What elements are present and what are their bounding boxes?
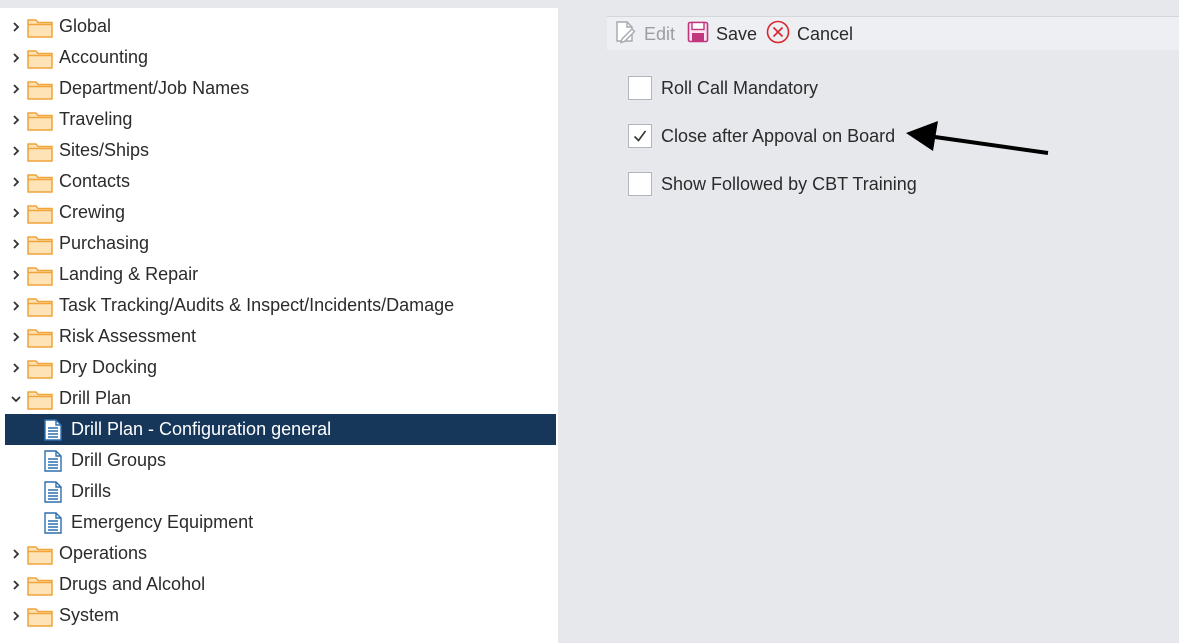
tree-item-label: Contacts [59, 171, 131, 191]
tree-item-label: Dry Docking [59, 357, 158, 377]
tree-item-sites-ships[interactable]: Sites/Ships [5, 135, 556, 166]
folder-icon [27, 389, 53, 410]
tree-item-label: Purchasing [59, 233, 150, 253]
edit-label: Edit [644, 23, 676, 44]
document-icon [44, 481, 62, 503]
toolbar: Edit Save Cancel [607, 16, 1179, 50]
tree-item-label: Task Tracking/Audits & Inspect/Incidents… [59, 295, 455, 315]
tree-item-traveling[interactable]: Traveling [5, 104, 556, 135]
tree-item-label: System [59, 605, 120, 625]
tree-item-department-job-names[interactable]: Department/Job Names [5, 73, 556, 104]
tree-item-label: Global [59, 16, 112, 36]
roll-call-mandatory-label: Roll Call Mandatory [661, 77, 819, 98]
folder-icon [27, 141, 53, 162]
folder-icon [27, 296, 53, 317]
chevron-right-icon[interactable] [9, 73, 23, 104]
chevron-right-icon[interactable] [9, 321, 23, 352]
folder-icon [27, 17, 53, 38]
tree-item-landing-repair[interactable]: Landing & Repair [5, 259, 556, 290]
chevron-right-icon[interactable] [9, 104, 23, 135]
folder-icon [27, 265, 53, 286]
folder-icon [27, 172, 53, 193]
tree-item-dry-docking[interactable]: Dry Docking [5, 352, 556, 383]
tree-item-label: Drill Groups [71, 450, 167, 470]
chevron-right-icon[interactable] [9, 290, 23, 321]
document-icon [44, 419, 62, 441]
chevron-right-icon[interactable] [9, 600, 23, 631]
tree-item-system[interactable]: System [5, 600, 556, 631]
floppy-disk-icon [687, 21, 716, 48]
option-show-followed-by-cbt[interactable]: Show Followed by CBT Training [628, 171, 917, 197]
tree-item-emergency-equipment[interactable]: Emergency Equipment [5, 507, 556, 538]
tree-item-drills[interactable]: Drills [5, 476, 556, 507]
folder-icon [27, 358, 53, 379]
chevron-right-icon[interactable] [9, 135, 23, 166]
arrow-icon [906, 121, 1049, 155]
cancel-button[interactable]: Cancel [766, 17, 853, 51]
tree-item-label: Department/Job Names [59, 78, 250, 98]
tree-item-task-tracking-audits-inspect-incidents-damage[interactable]: Task Tracking/Audits & Inspect/Incidents… [5, 290, 556, 321]
tree-item-risk-assessment[interactable]: Risk Assessment [5, 321, 556, 352]
close-after-approval-checkbox[interactable] [628, 124, 652, 148]
navigation-tree: Global Accounting Department/Job Names Trav… [0, 8, 558, 643]
option-close-after-approval[interactable]: Close after Appoval on Board [628, 123, 895, 149]
tree-item-label: Drugs and Alcohol [59, 574, 206, 594]
edit-icon [613, 20, 644, 49]
tree-item-label: Crewing [59, 202, 126, 222]
tree-item-crewing[interactable]: Crewing [5, 197, 556, 228]
tree-item-global[interactable]: Global [5, 11, 556, 42]
save-label: Save [716, 23, 758, 44]
folder-icon [27, 544, 53, 565]
tree-item-label: Operations [59, 543, 148, 563]
tree-item-drill-groups[interactable]: Drill Groups [5, 445, 556, 476]
tree-item-drill-plan-configuration-general[interactable]: Drill Plan - Configuration general [5, 414, 556, 445]
tree-item-label: Landing & Repair [59, 264, 199, 284]
document-icon [44, 512, 62, 534]
chevron-right-icon[interactable] [9, 228, 23, 259]
roll-call-mandatory-checkbox[interactable] [628, 76, 652, 100]
cancel-label: Cancel [797, 23, 854, 44]
folder-icon [27, 203, 53, 224]
tree-item-drugs-and-alcohol[interactable]: Drugs and Alcohol [5, 569, 556, 600]
tree-item-drill-plan[interactable]: Drill Plan [5, 383, 556, 414]
folder-icon [27, 110, 53, 131]
show-followed-by-cbt-label: Show Followed by CBT Training [661, 173, 917, 194]
tree-item-accounting[interactable]: Accounting [5, 42, 556, 73]
document-icon [44, 450, 62, 472]
folder-icon [27, 575, 53, 596]
close-after-approval-label: Close after Appoval on Board [661, 125, 896, 146]
chevron-right-icon[interactable] [9, 538, 23, 569]
tree-item-label: Traveling [59, 109, 133, 129]
chevron-right-icon[interactable] [9, 197, 23, 228]
folder-icon [27, 327, 53, 348]
folder-icon [27, 79, 53, 100]
chevron-right-icon[interactable] [9, 42, 23, 73]
tree-item-contacts[interactable]: Contacts [5, 166, 556, 197]
tree-item-label: Drill Plan [59, 388, 132, 408]
tree-item-label: Accounting [59, 47, 149, 67]
chevron-right-icon[interactable] [9, 259, 23, 290]
chevron-right-icon[interactable] [9, 352, 23, 383]
option-roll-call-mandatory[interactable]: Roll Call Mandatory [628, 75, 818, 101]
tree-item-label: Emergency Equipment [71, 512, 254, 532]
folder-icon [27, 234, 53, 255]
tree-item-operations[interactable]: Operations [5, 538, 556, 569]
checkmark-icon [633, 130, 647, 142]
chevron-right-icon[interactable] [9, 166, 23, 197]
tree-item-label: Risk Assessment [59, 326, 197, 346]
chevron-right-icon[interactable] [9, 11, 23, 42]
tree-item-label: Sites/Ships [59, 140, 150, 160]
chevron-right-icon[interactable] [9, 569, 23, 600]
circle-x-icon [766, 20, 797, 49]
edit-button[interactable]: Edit [613, 17, 675, 51]
folder-icon [27, 606, 53, 627]
tree-item-purchasing[interactable]: Purchasing [5, 228, 556, 259]
app-window: Global Accounting Department/Job Names Trav… [0, 0, 1179, 643]
tree-item-label: Drills [71, 481, 111, 501]
save-button[interactable]: Save [687, 17, 757, 51]
tree-item-label: Drill Plan - Configuration general [71, 419, 332, 439]
folder-icon [27, 48, 53, 69]
show-followed-by-cbt-checkbox[interactable] [628, 172, 652, 196]
chevron-down-icon[interactable] [9, 383, 23, 414]
